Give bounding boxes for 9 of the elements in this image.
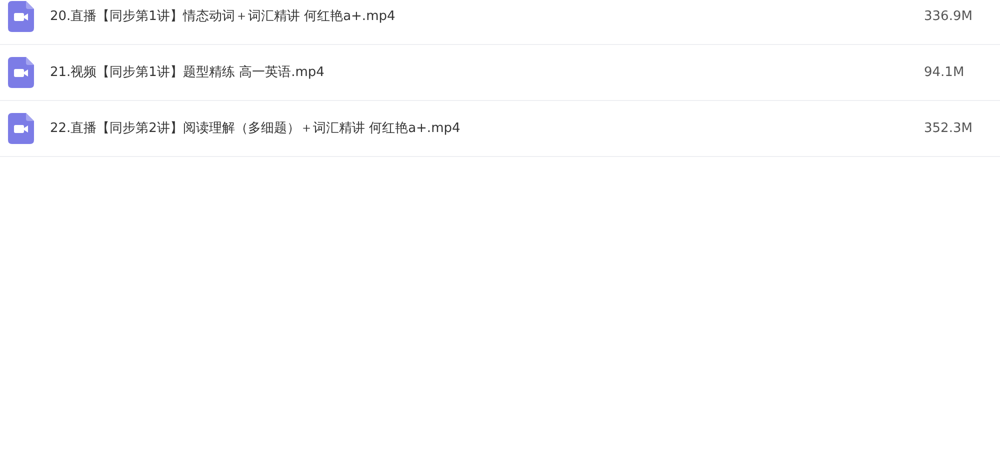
file-size: 352.3M bbox=[924, 120, 974, 138]
file-size: 336.9M bbox=[924, 8, 974, 26]
video-file-icon bbox=[8, 1, 34, 32]
file-name[interactable]: 20.直播【同步第1讲】情态动词＋词汇精讲 何红艳a+.mp4 bbox=[50, 6, 924, 26]
video-file-icon bbox=[8, 57, 34, 88]
file-name[interactable]: 21.视频【同步第1讲】题型精练 高一英语.mp4 bbox=[50, 62, 924, 82]
file-name[interactable]: 22.直播【同步第2讲】阅读理解（多细题）＋词汇精讲 何红艳a+.mp4 bbox=[50, 118, 924, 138]
file-size: 94.1M bbox=[924, 64, 966, 82]
video-file-icon bbox=[8, 113, 34, 144]
